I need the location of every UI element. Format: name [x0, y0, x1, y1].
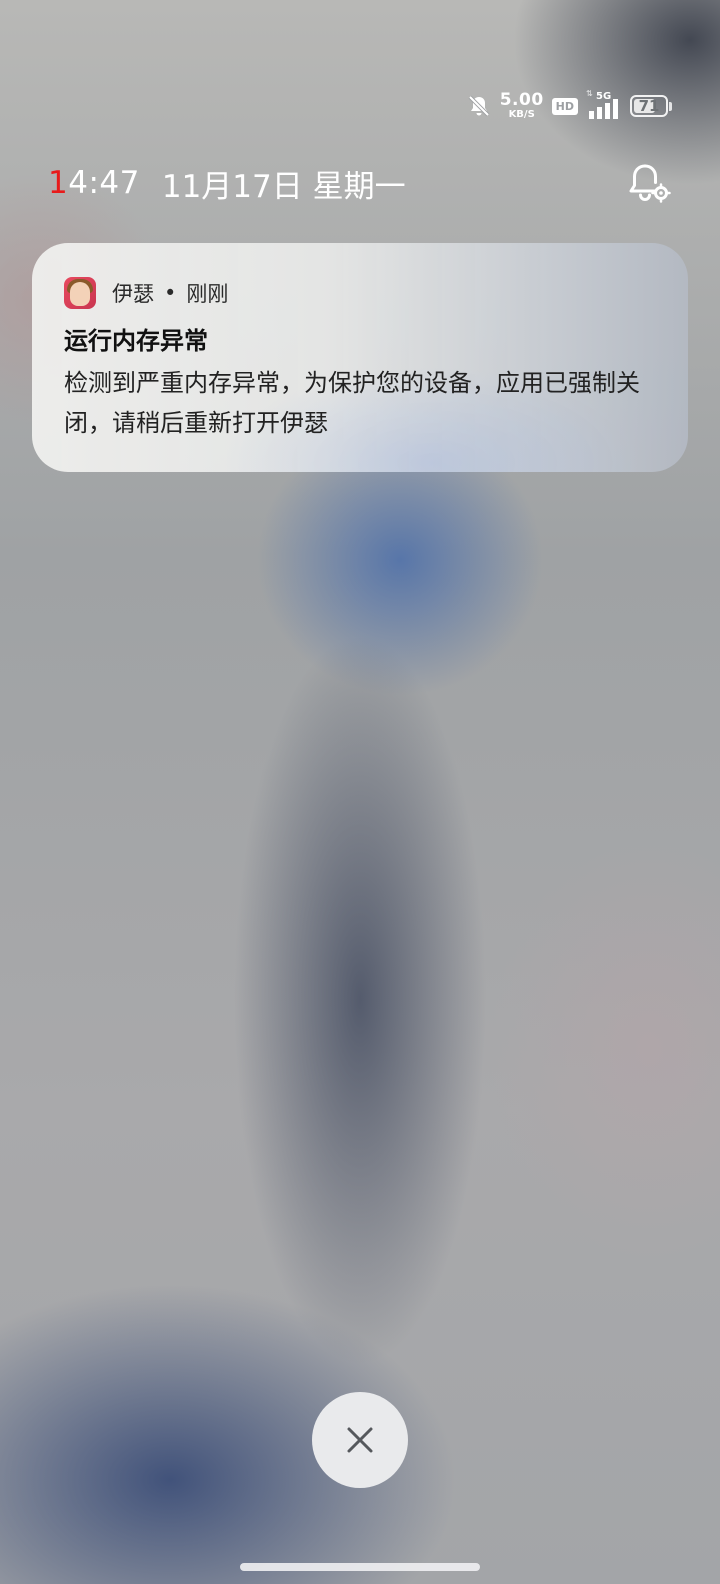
lockscreen-header: 14:47 11月17日 星期一	[48, 160, 672, 206]
notification-app-name: 伊瑟	[112, 282, 154, 306]
network-speed-unit: KB/S	[508, 109, 535, 120]
clock: 14:47	[48, 165, 140, 201]
battery-level: 71	[638, 96, 660, 115]
battery-icon: 71	[630, 95, 672, 117]
notification-time: 刚刚	[186, 282, 229, 306]
notification-body: 检测到严重内存异常，为保护您的设备，应用已强制关闭，请稍后重新打开伊瑟	[64, 369, 640, 437]
battery-tip	[669, 101, 672, 111]
network-speed: 5.00 KB/S	[500, 92, 544, 120]
clear-notifications-button[interactable]	[312, 1392, 408, 1488]
clock-first-digit: 1	[48, 165, 69, 201]
network-speed-value: 5.00	[499, 90, 544, 110]
signal-icon: ⇅ 5G	[586, 89, 622, 119]
app-icon	[64, 277, 96, 309]
notification-card[interactable]: 伊瑟 • 刚刚 运行内存异常 检测到严重内存异常，为保护您的设备，应用已强制关闭…	[32, 243, 688, 472]
close-icon	[347, 1427, 373, 1453]
bell-settings-icon	[629, 164, 671, 203]
notification-header: 伊瑟 • 刚刚	[64, 276, 656, 310]
notification-settings-button[interactable]	[624, 159, 672, 207]
bell-muted-icon	[466, 93, 492, 119]
hd-badge: HD	[551, 97, 578, 115]
notification-title: 运行内存异常	[64, 327, 208, 355]
clock-rest: 4:47	[68, 165, 140, 201]
home-indicator[interactable]	[240, 1563, 480, 1571]
data-arrows-icon: ⇅	[586, 89, 593, 98]
blurred-wallpaper	[0, 0, 720, 1584]
status-bar: 5.00 KB/S HD ⇅ 5G 71	[466, 88, 672, 124]
date-label: 11月17日 星期一	[161, 168, 406, 205]
notification-separator: •	[164, 281, 177, 305]
